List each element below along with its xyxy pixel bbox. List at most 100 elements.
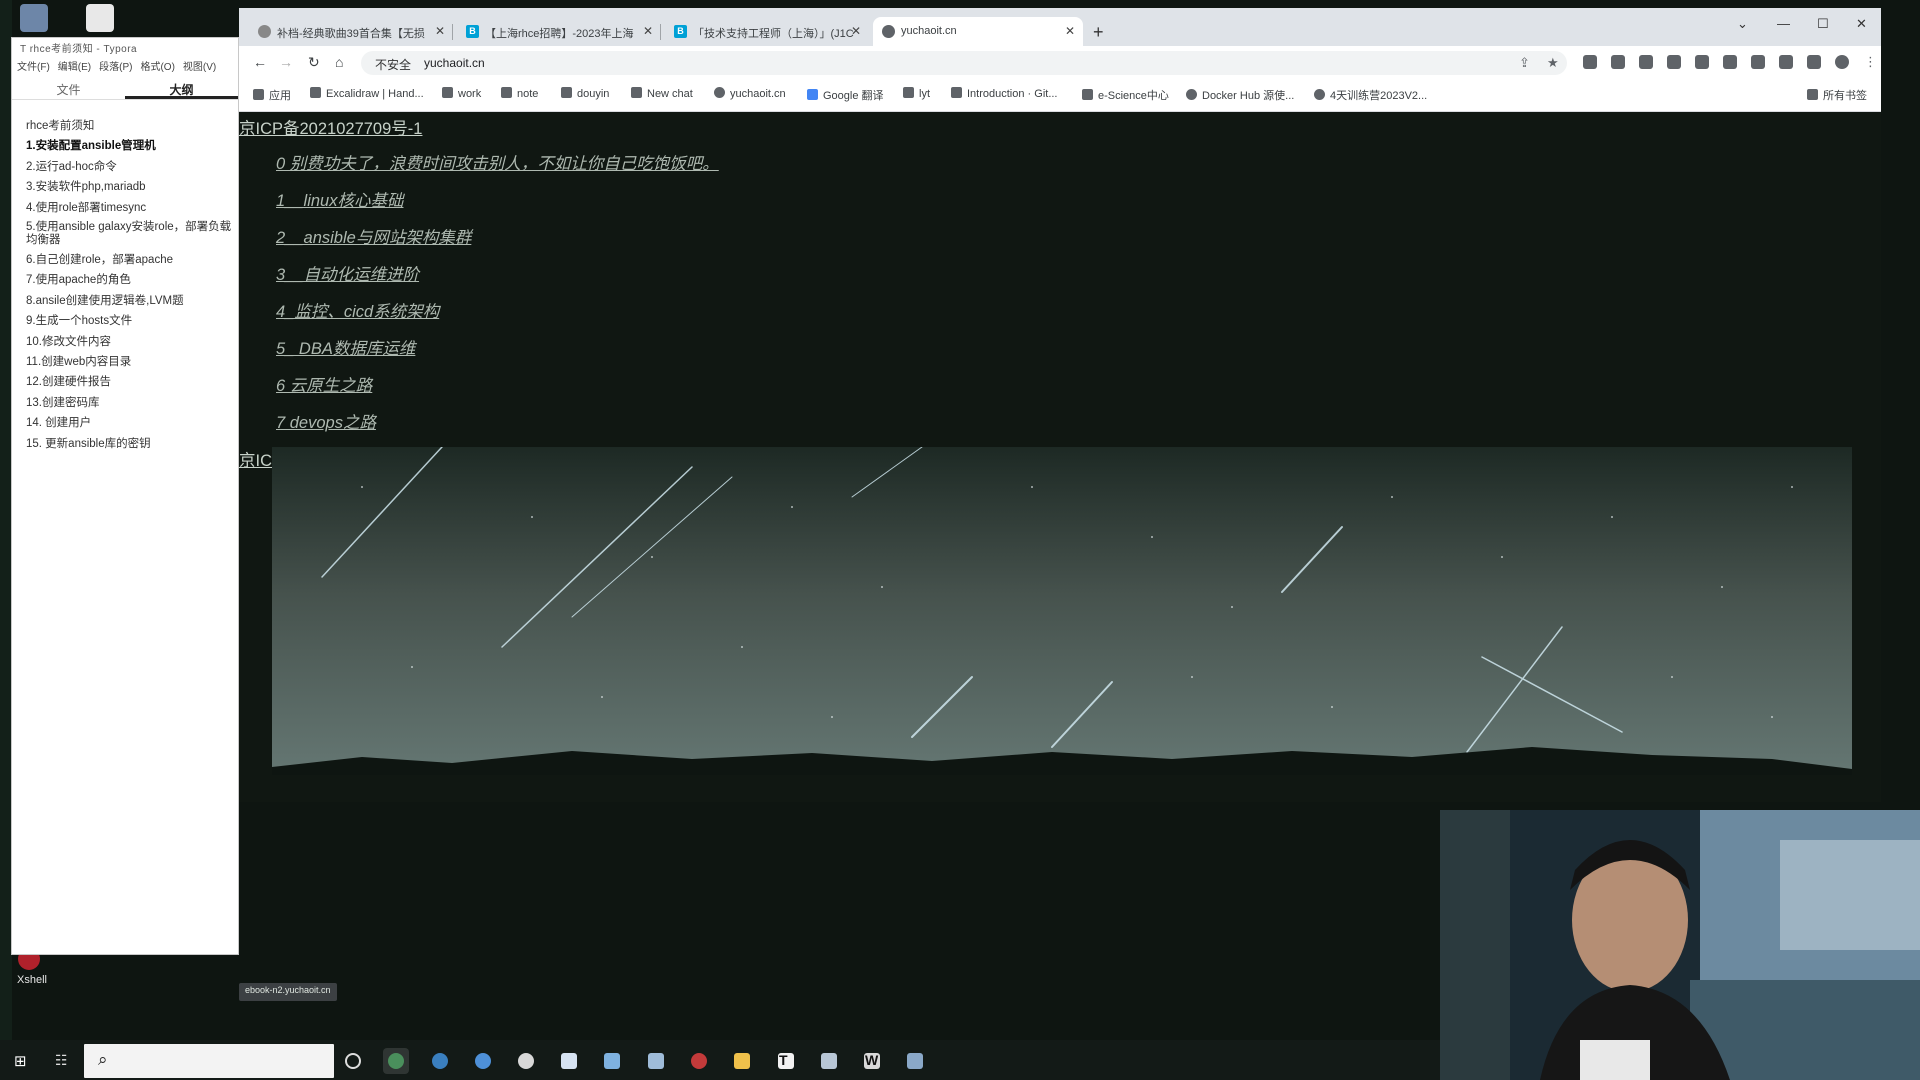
- extension-icon[interactable]: [1667, 55, 1681, 69]
- forward-icon[interactable]: →: [279, 54, 293, 70]
- sidebar-icon[interactable]: [1807, 55, 1821, 69]
- course-link[interactable]: 4_监控、cicd系统架构: [276, 298, 719, 335]
- bookmark-label: Excalidraw | Hand...: [326, 88, 424, 100]
- minimize-icon[interactable]: —: [1777, 16, 1790, 31]
- bookmark-item[interactable]: Introduction · Git...: [951, 87, 1057, 100]
- outline-item[interactable]: 12.创建硬件报告: [26, 372, 238, 392]
- bookmark-item[interactable]: New chat: [631, 87, 693, 100]
- taskbar-cortana-icon[interactable]: [340, 1048, 366, 1074]
- outline-item[interactable]: 4.使用role部署timesync: [26, 198, 238, 218]
- document-icon[interactable]: [86, 4, 114, 32]
- taskbar-chrome-icon[interactable]: [383, 1048, 409, 1074]
- outline-item[interactable]: 10.修改文件内容: [26, 332, 238, 352]
- bookmark-item[interactable]: e-Science中心: [1082, 87, 1169, 103]
- course-link[interactable]: 3__自动化运维进阶: [276, 261, 719, 298]
- bookmark-apps[interactable]: 应用: [253, 87, 291, 103]
- outline-item[interactable]: 6.自己创建role，部署apache: [26, 250, 238, 270]
- menu-view[interactable]: 视图(V): [183, 58, 216, 74]
- outline-item[interactable]: 5.使用ansible galaxy安装role，部署负载均衡器: [26, 218, 238, 250]
- bookmark-item[interactable]: Docker Hub 源使...: [1186, 87, 1294, 103]
- course-link[interactable]: 0 别费功夫了，浪费时间攻击别人，不如让你自己吃饱饭吧。: [276, 150, 719, 187]
- browser-tab-active[interactable]: yuchaoit.cn ✕: [873, 17, 1083, 46]
- course-link[interactable]: 5_ DBA数据库运维: [276, 335, 719, 372]
- taskbar-xshell-icon[interactable]: [686, 1048, 712, 1074]
- maximize-icon[interactable]: ☐: [1817, 16, 1829, 32]
- back-icon[interactable]: ←: [253, 54, 267, 70]
- menu-format[interactable]: 格式(O): [140, 58, 174, 74]
- taskbar-notepad-icon[interactable]: [599, 1048, 625, 1074]
- outline-item[interactable]: 13.创建密码库: [26, 393, 238, 413]
- bookmark-item[interactable]: Google 翻译: [807, 87, 884, 103]
- windows-start-icon[interactable]: ⊞: [14, 1052, 27, 1070]
- close-icon[interactable]: ✕: [1065, 24, 1075, 38]
- menu-paragraph[interactable]: 段落(P): [99, 58, 132, 74]
- bookmark-item[interactable]: lyt: [903, 87, 930, 100]
- course-link[interactable]: 2__ansible与网站架构集群: [276, 224, 719, 261]
- bookmark-item[interactable]: work: [442, 87, 481, 100]
- close-icon[interactable]: ✕: [435, 24, 445, 38]
- profile-avatar-icon[interactable]: [1835, 55, 1849, 69]
- puzzle-icon[interactable]: [1751, 55, 1765, 69]
- bookmark-item[interactable]: douyin: [561, 87, 609, 100]
- outline-item[interactable]: 3.安装软件php,mariadb: [26, 177, 238, 197]
- taskbar-grid-icon[interactable]: [643, 1048, 669, 1074]
- course-link[interactable]: 1__linux核心基础: [276, 187, 719, 224]
- recycle-bin-icon[interactable]: [20, 4, 48, 32]
- taskbar-wps-icon[interactable]: W: [859, 1048, 885, 1074]
- bookmark-item[interactable]: 4天训练营2023V2...: [1314, 87, 1427, 103]
- taskbar-typora-icon[interactable]: T: [773, 1048, 799, 1074]
- outline-item[interactable]: 7.使用apache的角色: [26, 270, 238, 290]
- bookmark-item[interactable]: note: [501, 87, 538, 100]
- taskbar-search[interactable]: ⌕: [84, 1044, 334, 1078]
- outline-item[interactable]: 8.ansile创建使用逻辑卷,LVM题: [26, 291, 238, 311]
- close-icon[interactable]: ✕: [851, 24, 861, 38]
- taskbar-vm-icon[interactable]: [816, 1048, 842, 1074]
- taskbar-outlook-icon[interactable]: [556, 1048, 582, 1074]
- tab-search-icon[interactable]: ⌄: [1737, 16, 1748, 32]
- outline-item[interactable]: rhce考前须知: [26, 116, 238, 136]
- reload-icon[interactable]: ↻: [308, 54, 320, 71]
- extension-icon[interactable]: [1695, 55, 1709, 69]
- bookmark-item[interactable]: Excalidraw | Hand...: [310, 87, 424, 100]
- not-secure-label[interactable]: 不安全: [375, 56, 411, 73]
- taskbar-explorer-icon[interactable]: [729, 1048, 755, 1074]
- browser-tab[interactable]: B 「技术支持工程师（上海）」(J1C ✕: [665, 17, 869, 46]
- address-bar[interactable]: 不安全 yuchaoit.cn ⇪ ★: [361, 51, 1567, 75]
- taskbar-wechat-icon[interactable]: [513, 1048, 539, 1074]
- course-link[interactable]: 6 云原生之路: [276, 372, 719, 409]
- url-text[interactable]: yuchaoit.cn: [424, 56, 485, 70]
- taskbar-safari-icon[interactable]: [470, 1048, 496, 1074]
- menu-file[interactable]: 文件(F): [17, 58, 50, 74]
- outline-item[interactable]: 14. 创建用户: [26, 413, 238, 433]
- taskbar-edge-icon[interactable]: [427, 1048, 453, 1074]
- extension-icon[interactable]: [1639, 55, 1653, 69]
- menu-edit[interactable]: 编辑(E): [58, 58, 91, 74]
- outline-item[interactable]: 2.运行ad-hoc命令: [26, 157, 238, 177]
- share-icon[interactable]: ⇪: [1519, 55, 1530, 71]
- outline-item[interactable]: 11.创建web内容目录: [26, 352, 238, 372]
- close-window-icon[interactable]: ✕: [1856, 16, 1867, 32]
- browser-tab[interactable]: 补档-经典歌曲39首合集【无损 ✕: [249, 17, 453, 46]
- icp-link[interactable]: 京ICP备2021027709号-1: [239, 115, 422, 139]
- home-icon[interactable]: ⌂: [335, 54, 343, 70]
- all-bookmarks[interactable]: 所有书签: [1807, 87, 1867, 103]
- new-tab-button[interactable]: +: [1093, 22, 1104, 43]
- outline-item[interactable]: 15. 更新ansible库的密钥: [26, 434, 238, 454]
- menu-kebab-icon[interactable]: ⋮: [1864, 54, 1877, 70]
- taskbar-app-icon[interactable]: [902, 1048, 928, 1074]
- tab-outline[interactable]: 大纲: [125, 76, 238, 99]
- close-icon[interactable]: ✕: [643, 24, 653, 38]
- bookmark-item[interactable]: yuchaoit.cn: [714, 87, 786, 100]
- task-view-icon[interactable]: ☷: [55, 1052, 68, 1069]
- bookmark-star-icon[interactable]: ★: [1547, 55, 1559, 71]
- course-link[interactable]: 7 devops之路: [276, 409, 719, 446]
- extension-icon[interactable]: [1723, 55, 1737, 69]
- outline-item[interactable]: 9.生成一个hosts文件: [26, 311, 238, 331]
- icp-link-partial[interactable]: 京IC: [239, 447, 272, 471]
- reading-list-icon[interactable]: [1779, 55, 1793, 69]
- browser-tab[interactable]: B 【上海rhce招聘】-2023年上海 ✕: [457, 17, 661, 46]
- outline-item[interactable]: 1.安装配置ansible管理机: [26, 136, 238, 156]
- extension-icon[interactable]: [1611, 55, 1625, 69]
- extension-icon[interactable]: [1583, 55, 1597, 69]
- tab-files[interactable]: 文件: [12, 76, 125, 99]
